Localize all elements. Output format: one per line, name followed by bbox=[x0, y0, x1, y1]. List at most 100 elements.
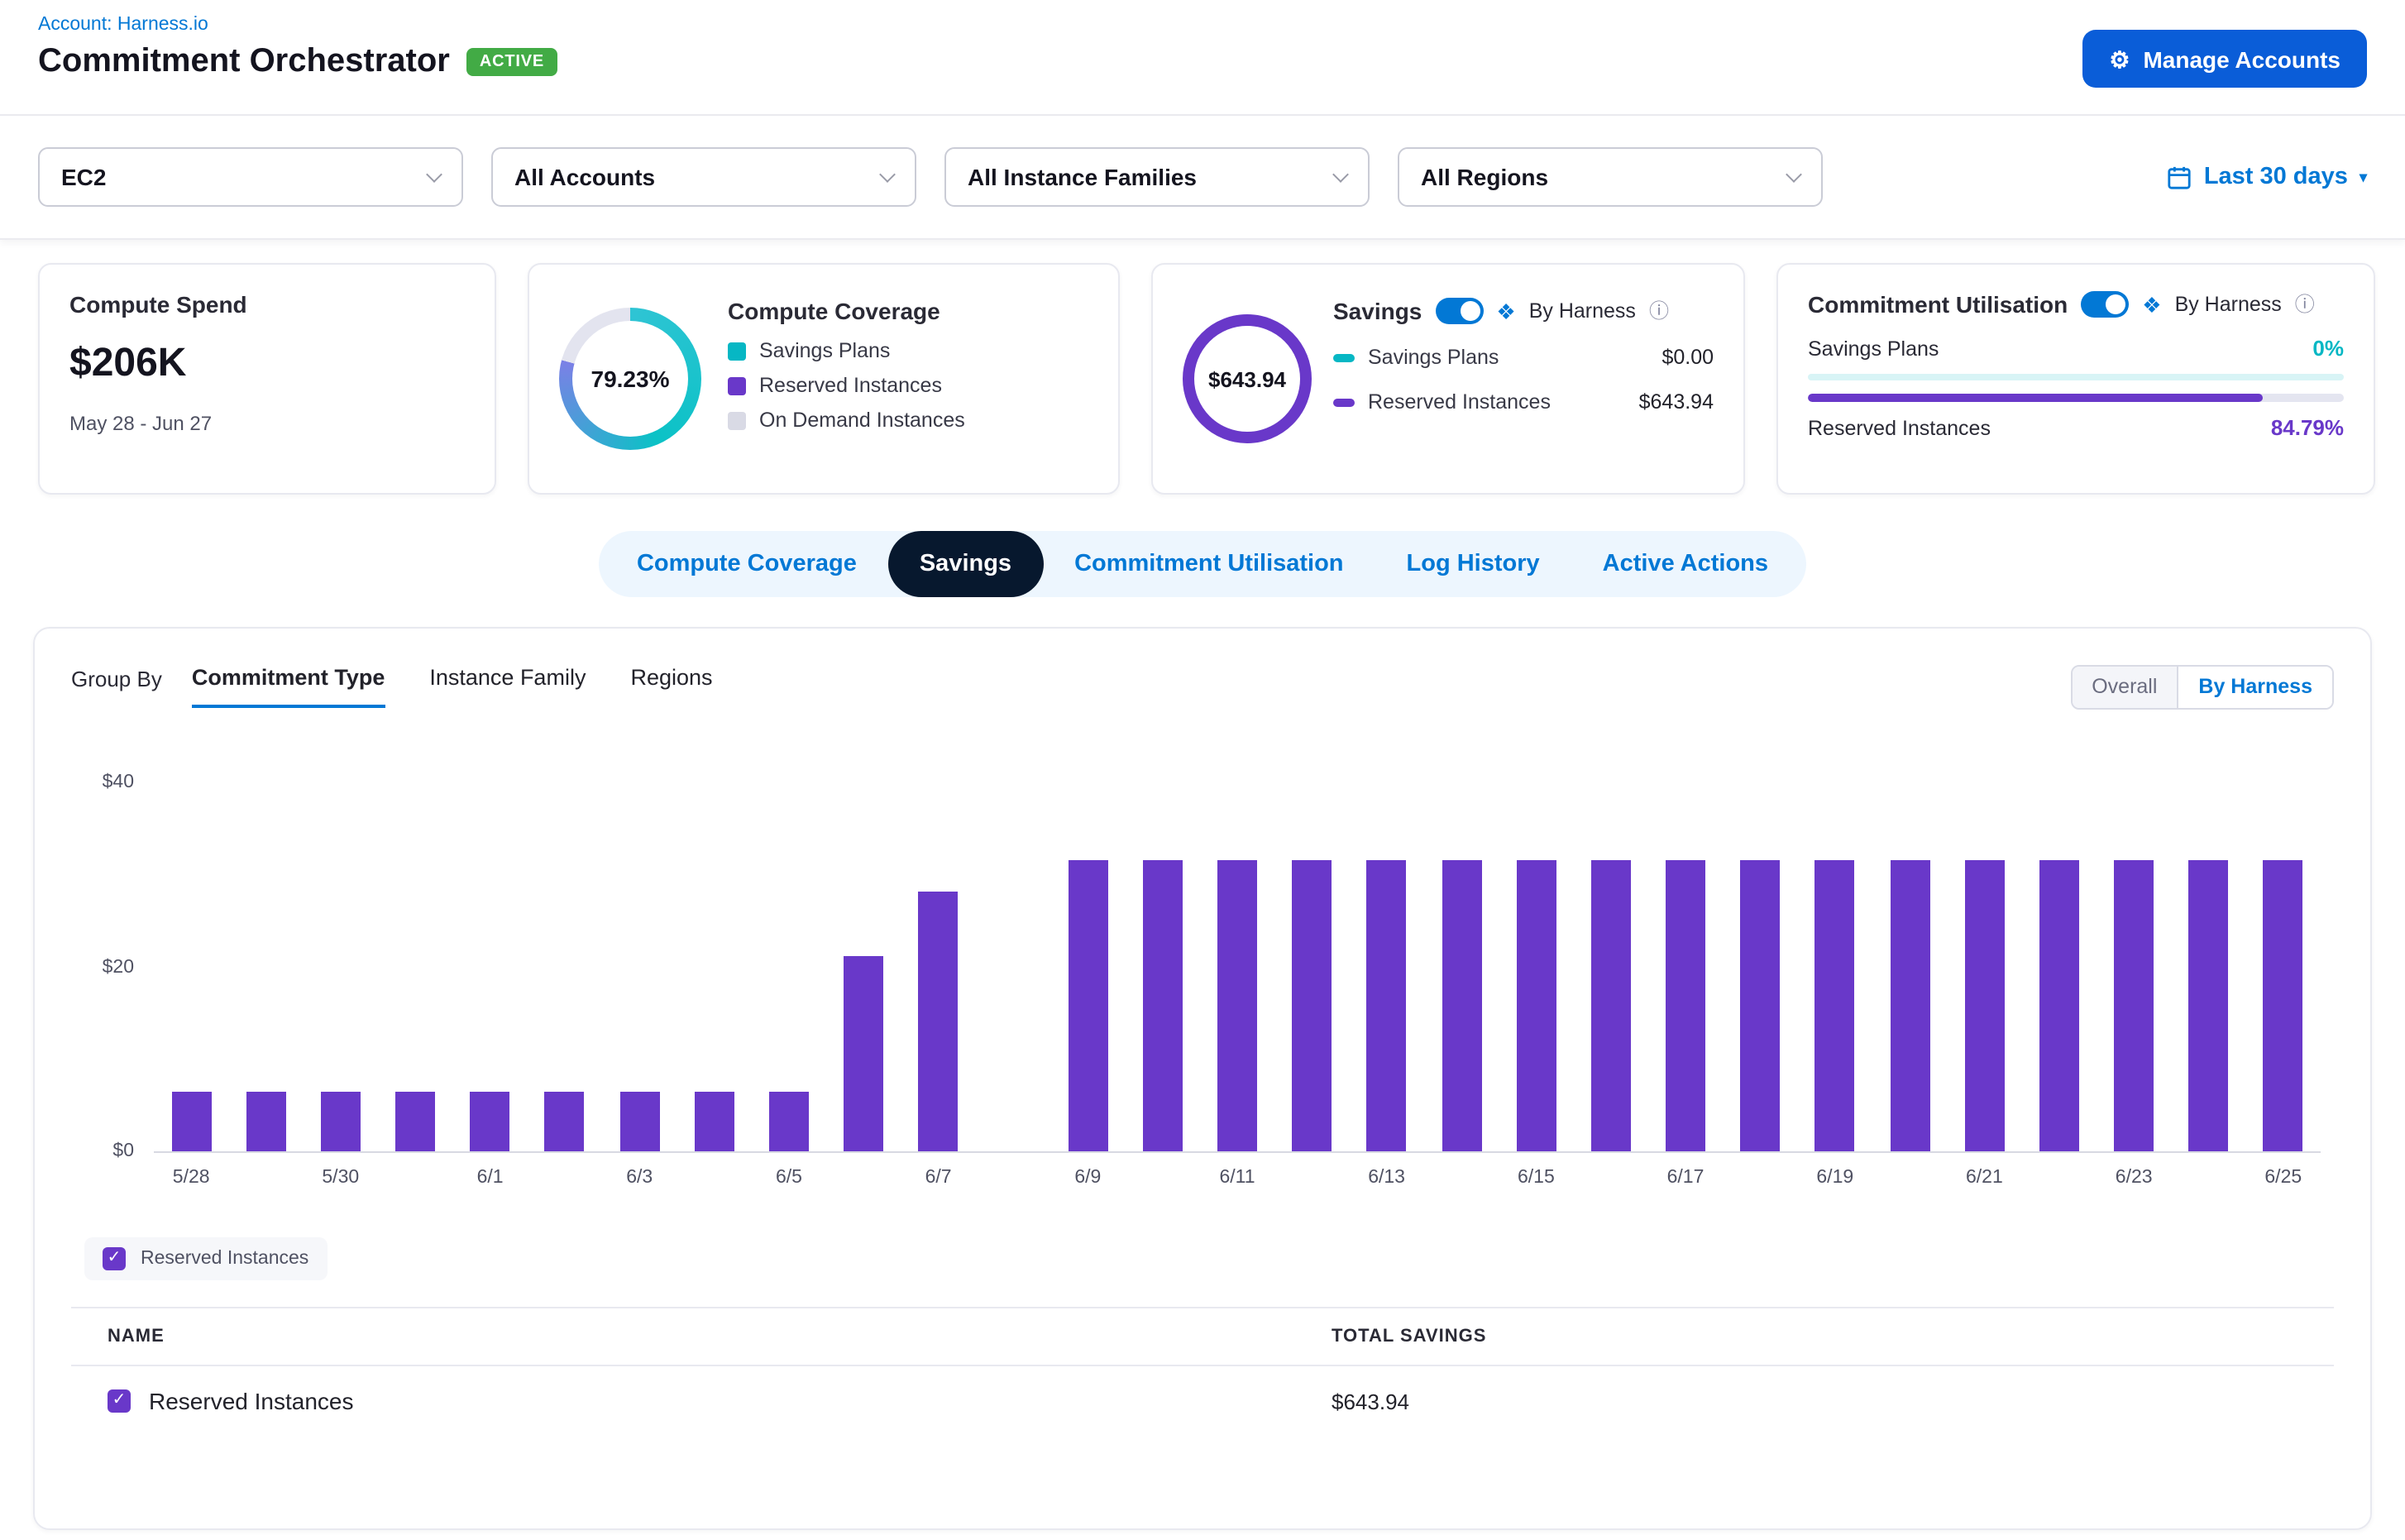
reserved-instances-progress-fill bbox=[1808, 394, 2262, 402]
x-tick-6/9: 6/9 bbox=[1074, 1168, 1101, 1188]
utilisation-title: Commitment Utilisation bbox=[1808, 291, 2068, 318]
bar-5/28[interactable] bbox=[171, 1091, 211, 1151]
tab-compute-coverage[interactable]: Compute Coverage bbox=[605, 531, 888, 597]
row-checkbox[interactable]: ✓ bbox=[108, 1389, 131, 1413]
x-tick-6/19: 6/19 bbox=[1816, 1168, 1853, 1188]
summary-cards: Compute Spend $206K May 28 - Jun 27 79.2… bbox=[0, 240, 2405, 495]
bar-6/13[interactable] bbox=[1367, 859, 1407, 1151]
tab-savings[interactable]: Savings bbox=[888, 531, 1043, 597]
bar-5/29[interactable] bbox=[246, 1091, 286, 1151]
row-total-savings-cell: $643.94 bbox=[1332, 1389, 1409, 1413]
status-badge: ACTIVE bbox=[466, 48, 557, 76]
date-range-picker[interactable]: Last 30 days ▾ bbox=[2168, 164, 2367, 190]
group-tab-commitment-type[interactable]: Commitment Type bbox=[192, 665, 385, 708]
savings-row: Savings Plans $0.00 bbox=[1333, 346, 1714, 369]
x-tick-6/13: 6/13 bbox=[1368, 1168, 1405, 1188]
service-select-value: EC2 bbox=[61, 164, 106, 190]
bar-5/31[interactable] bbox=[395, 1091, 435, 1151]
chart-legend-item: ✓ Reserved Instances bbox=[84, 1237, 327, 1280]
legend-label: On Demand Instances bbox=[759, 409, 965, 432]
bar-6/2[interactable] bbox=[545, 1091, 585, 1151]
bar-6/18[interactable] bbox=[1740, 859, 1780, 1151]
commitment-orchestrator-page: Account: Harness.io Commitment Orchestra… bbox=[0, 0, 2405, 1540]
toggle-knob bbox=[1460, 301, 1480, 321]
bar-6/11[interactable] bbox=[1217, 859, 1257, 1151]
bar-6/12[interactable] bbox=[1292, 859, 1332, 1151]
utilisation-title-row: Commitment Utilisation ❖ By Harness ⓘ bbox=[1808, 291, 2344, 318]
instance-families-select[interactable]: All Instance Families bbox=[944, 147, 1370, 207]
segment-overall[interactable]: Overall bbox=[2072, 667, 2177, 708]
group-tab-instance-family[interactable]: Instance Family bbox=[429, 665, 586, 705]
savings-panel: Group By Commitment Type Instance Family… bbox=[33, 627, 2372, 1530]
tab-commitment-utilisation[interactable]: Commitment Utilisation bbox=[1043, 531, 1375, 597]
toggle-knob bbox=[2106, 294, 2125, 314]
x-tick-5/28: 5/28 bbox=[173, 1168, 210, 1188]
compute-spend-period: May 28 - Jun 27 bbox=[69, 412, 465, 435]
legend-item: On Demand Instances bbox=[728, 409, 1088, 432]
bar-6/19[interactable] bbox=[1815, 859, 1855, 1151]
column-header-name: NAME bbox=[108, 1327, 1332, 1346]
service-select[interactable]: EC2 bbox=[38, 147, 463, 207]
bar-6/20[interactable] bbox=[1890, 859, 1929, 1151]
tab-log-history[interactable]: Log History bbox=[1375, 531, 1571, 597]
x-tick-6/7: 6/7 bbox=[925, 1168, 952, 1188]
compute-spend-title: Compute Spend bbox=[69, 291, 465, 318]
bar-6/24[interactable] bbox=[2188, 859, 2228, 1151]
bar-6/22[interactable] bbox=[2039, 859, 2079, 1151]
bar-6/23[interactable] bbox=[2114, 859, 2154, 1151]
x-tick-6/1: 6/1 bbox=[477, 1168, 504, 1188]
group-by-label: Group By bbox=[71, 665, 162, 691]
savings-plans-progress-track bbox=[1808, 374, 2344, 380]
bar-6/4[interactable] bbox=[695, 1091, 734, 1151]
chevron-down-icon bbox=[426, 165, 442, 182]
bar-5/30[interactable] bbox=[321, 1091, 361, 1151]
column-header-total-savings: TOTAL SAVINGS bbox=[1332, 1327, 1486, 1346]
reserved-instances-checkbox[interactable]: ✓ bbox=[103, 1247, 126, 1270]
account-breadcrumb-link[interactable]: Account: Harness.io bbox=[38, 15, 557, 35]
instance-families-select-value: All Instance Families bbox=[968, 164, 1197, 190]
bar-6/6[interactable] bbox=[844, 957, 883, 1151]
on-demand-swatch bbox=[728, 411, 746, 429]
x-tick-6/15: 6/15 bbox=[1518, 1168, 1555, 1188]
legend-label: Savings Plans bbox=[759, 339, 890, 362]
bar-6/1[interactable] bbox=[471, 1091, 510, 1151]
coverage-legend-block: Compute Coverage Savings Plans Reserved … bbox=[728, 291, 1088, 466]
bar-6/3[interactable] bbox=[619, 1091, 659, 1151]
tab-active-actions[interactable]: Active Actions bbox=[1571, 531, 1800, 597]
bar-6/14[interactable] bbox=[1442, 859, 1481, 1151]
x-tick-5/30: 5/30 bbox=[322, 1168, 359, 1188]
x-tick-6/17: 6/17 bbox=[1667, 1168, 1705, 1188]
bar-6/17[interactable] bbox=[1666, 859, 1705, 1151]
bar-6/15[interactable] bbox=[1516, 859, 1556, 1151]
harness-logo-icon: ❖ bbox=[1496, 300, 1515, 322]
savings-card: $643.94 Savings ❖ By Harness ⓘ Savings P… bbox=[1151, 263, 1745, 495]
table-row[interactable]: ✓ Reserved Instances $643.94 bbox=[71, 1366, 2334, 1436]
compute-coverage-title: Compute Coverage bbox=[728, 298, 1088, 324]
accounts-select[interactable]: All Accounts bbox=[491, 147, 916, 207]
bar-6/7[interactable] bbox=[919, 892, 959, 1151]
y-tick-label: $40 bbox=[71, 772, 134, 792]
regions-select[interactable]: All Regions bbox=[1398, 147, 1823, 207]
filter-bar: EC2 All Accounts All Instance Families A… bbox=[0, 116, 2405, 240]
savings-table: NAME TOTAL SAVINGS ✓ Reserved Instances … bbox=[71, 1307, 2334, 1436]
savings-donut: $643.94 bbox=[1183, 314, 1312, 443]
bar-6/10[interactable] bbox=[1143, 859, 1183, 1151]
by-harness-toggle[interactable] bbox=[1435, 298, 1483, 324]
bar-6/25[interactable] bbox=[2264, 859, 2303, 1151]
bar-6/21[interactable] bbox=[1964, 859, 2004, 1151]
segment-by-harness[interactable]: By Harness bbox=[2177, 667, 2332, 708]
group-by-row: Group By Commitment Type Instance Family… bbox=[71, 665, 2334, 710]
group-tab-regions[interactable]: Regions bbox=[630, 665, 712, 705]
info-icon[interactable]: ⓘ bbox=[2295, 294, 2315, 314]
bar-6/5[interactable] bbox=[769, 1091, 809, 1151]
by-harness-toggle[interactable] bbox=[2081, 291, 2129, 318]
regions-select-value: All Regions bbox=[1421, 164, 1548, 190]
savings-title: Savings bbox=[1333, 298, 1422, 324]
bar-6/16[interactable] bbox=[1591, 859, 1631, 1151]
bar-6/9[interactable] bbox=[1068, 859, 1107, 1151]
info-icon[interactable]: ⓘ bbox=[1649, 301, 1669, 321]
compute-coverage-card: 79.23% Compute Coverage Savings Plans Re… bbox=[528, 263, 1120, 495]
x-tick-6/3: 6/3 bbox=[626, 1168, 653, 1188]
savings-plans-swatch bbox=[728, 342, 746, 360]
manage-accounts-button[interactable]: ⚙ Manage Accounts bbox=[2082, 30, 2367, 88]
